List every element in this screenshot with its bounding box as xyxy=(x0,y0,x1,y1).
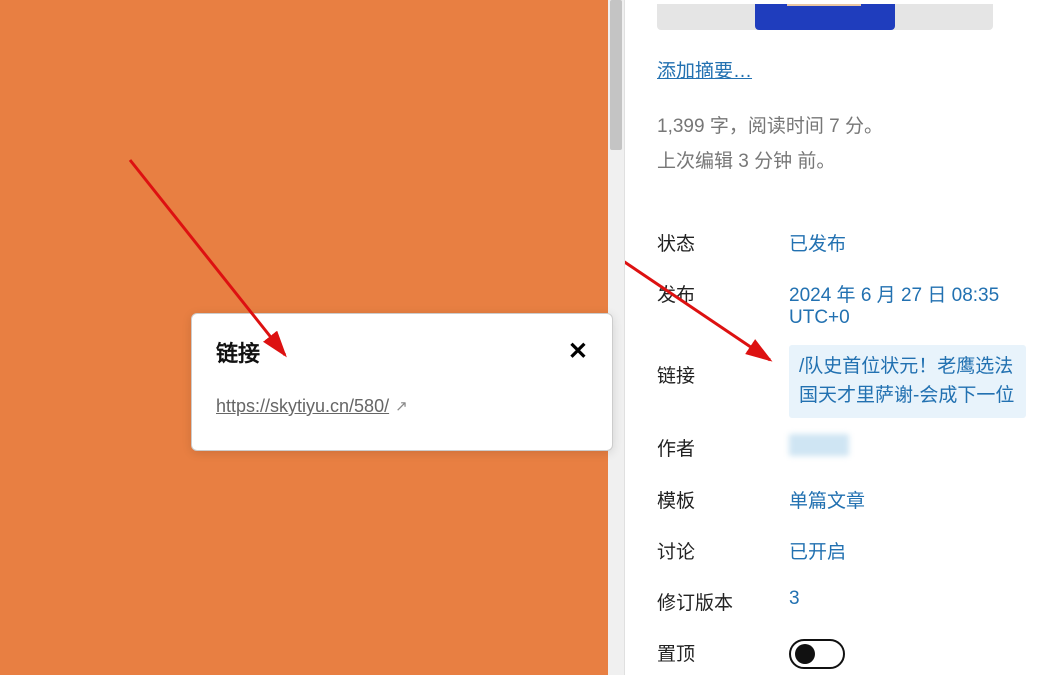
meta-label: 置顶 xyxy=(657,639,789,666)
meta-row-publish: 发布 2024 年 6 月 27 日 08:35 UTC+0 xyxy=(657,268,1016,341)
post-settings-sidebar: 添加摘要… 1,399 字，阅读时间 7 分。 上次编辑 3 分钟 前。 状态 … xyxy=(624,0,1048,675)
last-edited-text: 上次编辑 3 分钟 前。 xyxy=(657,146,1016,173)
meta-label: 发布 xyxy=(657,280,789,307)
toggle-knob xyxy=(795,644,815,664)
revisions-value[interactable]: 3 xyxy=(789,588,1016,610)
meta-row-discussion: 讨论 已开启 xyxy=(657,525,1016,576)
template-value[interactable]: 单篇文章 xyxy=(789,486,1016,513)
scrollbar-thumb[interactable] xyxy=(610,0,622,150)
meta-label: 状态 xyxy=(657,229,789,256)
author-value[interactable] xyxy=(789,434,1016,462)
meta-row-status: 状态 已发布 xyxy=(657,217,1016,268)
external-link-icon: ↗ xyxy=(395,397,408,415)
link-url[interactable]: https://skytiyu.cn/580/ xyxy=(216,396,389,416)
meta-label: 链接 xyxy=(657,353,789,410)
link-settings-popover: 链接 ✕ https://skytiyu.cn/580/ ↗ xyxy=(191,313,613,451)
status-value[interactable]: 已发布 xyxy=(789,229,1016,256)
featured-image-thumbnail[interactable] xyxy=(657,4,993,30)
word-count-text: 1,399 字，阅读时间 7 分。 xyxy=(657,111,1016,138)
meta-label: 修订版本 xyxy=(657,588,789,615)
permalink-value[interactable]: /队史首位状元！老鹰选法国天才里萨谢-会成下一位 xyxy=(789,345,1026,418)
meta-row-template: 模板 单篇文章 xyxy=(657,474,1016,525)
discussion-value[interactable]: 已开启 xyxy=(789,537,1016,564)
author-blurred xyxy=(789,434,849,456)
sticky-toggle[interactable] xyxy=(789,639,845,669)
meta-row-link: 链接 /队史首位状元！老鹰选法国天才里萨谢-会成下一位 xyxy=(657,341,1016,422)
meta-row-author: 作者 xyxy=(657,422,1016,474)
meta-label: 模板 xyxy=(657,486,789,513)
post-meta-table: 状态 已发布 发布 2024 年 6 月 27 日 08:35 UTC+0 链接… xyxy=(657,217,1016,675)
sticky-toggle-cell xyxy=(789,639,1016,669)
close-icon[interactable]: ✕ xyxy=(568,340,588,364)
meta-row-revisions: 修订版本 3 xyxy=(657,576,1016,627)
editor-canvas[interactable]: 链接 ✕ https://skytiyu.cn/580/ ↗ xyxy=(0,0,624,675)
publish-date-value[interactable]: 2024 年 6 月 27 日 08:35 UTC+0 xyxy=(789,280,1016,329)
popover-title: 链接 xyxy=(216,336,260,368)
add-excerpt-link[interactable]: 添加摘要… xyxy=(657,56,752,83)
meta-label: 作者 xyxy=(657,434,789,461)
meta-label: 讨论 xyxy=(657,537,789,564)
meta-row-sticky: 置顶 xyxy=(657,627,1016,675)
